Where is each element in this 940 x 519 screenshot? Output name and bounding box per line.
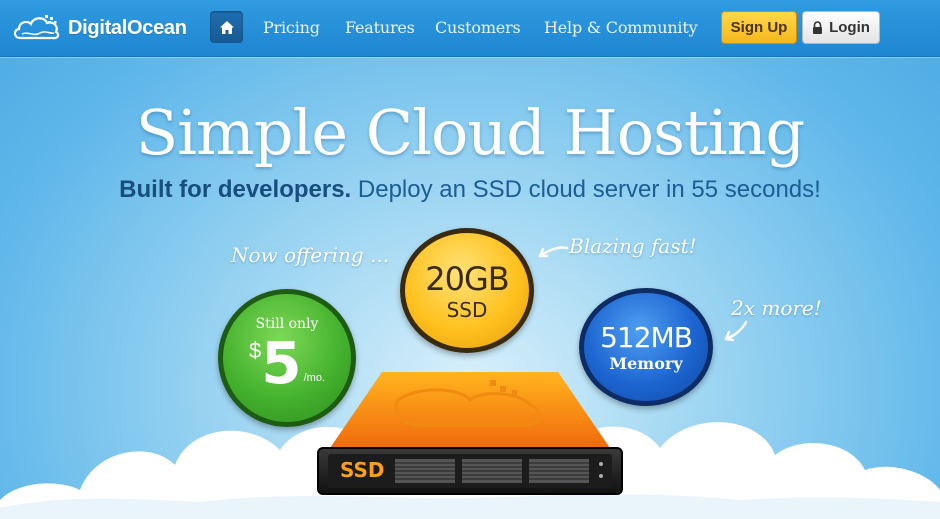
hero-title: Simple Cloud Hosting	[135, 96, 806, 169]
price-amount: 5	[261, 329, 302, 397]
home-icon	[219, 20, 234, 34]
blazing-fast-arrow-icon	[538, 246, 569, 258]
top-navbar: DigitalOcean Pricing Features Customers …	[0, 0, 940, 57]
price-period: /mo.	[303, 372, 325, 384]
twice-more-arrow-icon	[724, 320, 748, 342]
memory-label: Memory	[609, 354, 683, 373]
twice-more-callout: 2x more!	[731, 296, 822, 320]
price-badge: Still only $ 5 /mo.	[218, 289, 356, 427]
nav-link-features[interactable]: Features	[345, 18, 415, 37]
now-offering-callout: Now offering ...	[231, 243, 390, 267]
server-ssd-label: SSD	[340, 458, 385, 482]
storage-badge: 20GB SSD	[400, 228, 534, 353]
brand-name: DigitalOcean	[68, 16, 187, 39]
nav-link-help-community[interactable]: Help & Community	[544, 18, 698, 37]
cloud-logo-icon	[13, 15, 60, 40]
lock-icon	[813, 21, 823, 34]
nav-link-customers[interactable]: Customers	[435, 18, 521, 37]
login-button[interactable]: Login	[802, 11, 880, 44]
hero-subtitle-rest: Deploy an SSD cloud server in 55 seconds…	[357, 176, 821, 203]
brand-logo-link[interactable]: DigitalOcean	[12, 12, 187, 44]
memory-amount: 512MB	[600, 321, 693, 354]
memory-badge: 512MB Memory	[579, 288, 713, 406]
home-button[interactable]	[210, 11, 243, 43]
nav-link-pricing[interactable]: Pricing	[263, 18, 320, 37]
sign-up-button[interactable]: Sign Up	[721, 11, 797, 44]
sign-up-label: Sign Up	[730, 19, 788, 36]
hero-subtitle-bold: Built for developers.	[119, 176, 352, 203]
price-currency: $	[248, 338, 262, 363]
price-value: $ 5 /mo.	[249, 334, 325, 392]
storage-label: SSD	[446, 297, 488, 322]
cloud-server-illustration	[0, 372, 940, 519]
login-label: Login	[829, 19, 870, 36]
blazing-fast-callout: Blazing fast!	[569, 234, 697, 258]
storage-amount: 20GB	[425, 259, 509, 298]
hero-subtitle: Built for developers. Deploy an SSD clou…	[0, 176, 940, 204]
